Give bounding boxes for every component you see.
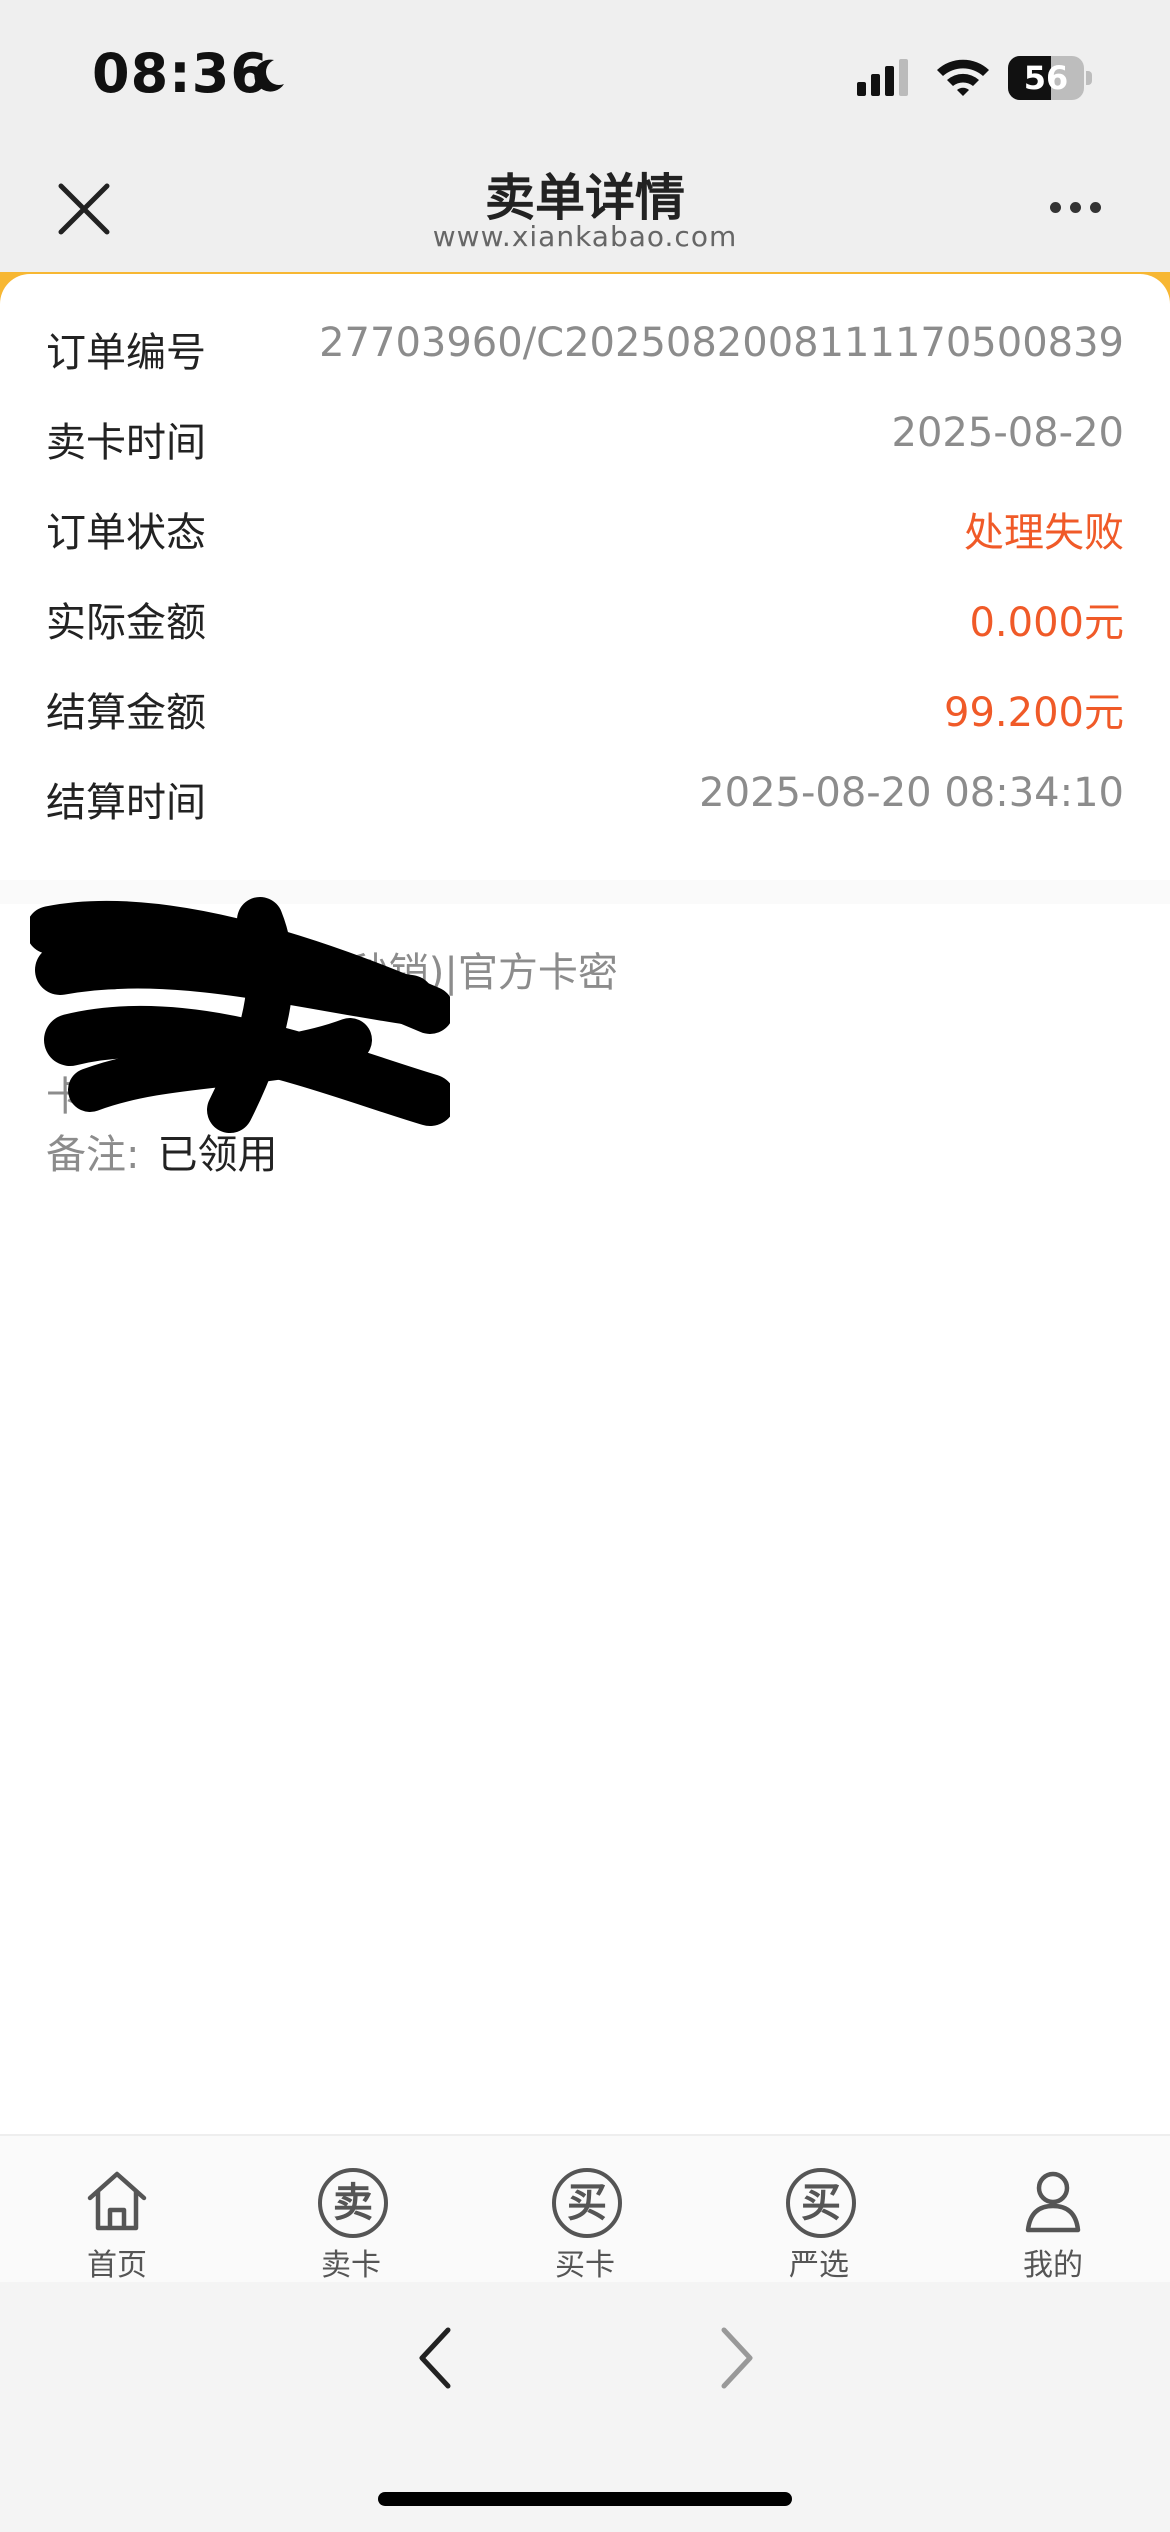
order-row-settle-amount: 结算金额 99.200元 — [46, 680, 1124, 740]
tab-home[interactable]: 首页 — [0, 2136, 234, 2284]
nav-bar: 卖单详情 www.xiankabao.com — [0, 140, 1170, 274]
tab-label: 买卡 — [555, 2248, 615, 2283]
status-time: 08:36 — [92, 42, 269, 105]
home-indicator[interactable] — [378, 2492, 792, 2506]
order-value: 2025-08-20 — [891, 410, 1124, 456]
wifi-icon — [937, 59, 989, 96]
order-row-actual-amount: 实际金额 0.000元 — [46, 590, 1124, 650]
tab-mine[interactable]: 我的 — [936, 2136, 1170, 2284]
order-label: 结算金额 — [46, 690, 206, 736]
chevron-left-icon[interactable] — [410, 2322, 460, 2394]
tab-selected[interactable]: 买 严选 — [702, 2136, 936, 2284]
tab-bar: 首页 卖 卖卡 买 买卡 买 严选 我的 — [0, 2134, 1170, 2284]
signal-icon — [857, 59, 908, 96]
order-value: 0.000元 — [969, 600, 1124, 646]
home-icon — [87, 2171, 147, 2231]
battery-icon: 56 — [1008, 56, 1092, 100]
order-value: 27703960/C2025082008111170500839 — [319, 320, 1124, 366]
tab-sell-card[interactable]: 卖 卖卡 — [234, 2136, 468, 2284]
buy-card-icon: 买 — [552, 2168, 622, 2238]
order-label: 订单编号 — [46, 330, 206, 376]
order-details-card: 订单编号 27703960/C2025082008111170500839 卖卡… — [0, 274, 1170, 874]
sell-card-icon: 卖 — [318, 2168, 388, 2238]
order-label: 卖卡时间 — [46, 420, 206, 466]
tab-label: 首页 — [87, 2248, 147, 2283]
order-value: 处理失败 — [964, 510, 1124, 556]
tab-label: 严选 — [789, 2248, 849, 2283]
tab-buy-card[interactable]: 买 买卡 — [468, 2136, 702, 2284]
order-row-number: 订单编号 27703960/C2025082008111170500839 — [46, 320, 1124, 380]
redaction-scribble — [30, 897, 450, 1133]
tab-label: 卖卡 — [321, 2248, 381, 2283]
order-row-settle-time: 结算时间 2025-08-20 08:34:10 — [46, 770, 1124, 830]
browser-toolbar — [0, 2282, 1170, 2532]
user-icon — [1025, 2171, 1081, 2233]
more-icon[interactable] — [1050, 198, 1120, 222]
order-row-status: 订单状态 处理失败 — [46, 500, 1124, 560]
page-subtitle: www.xiankabao.com — [432, 220, 738, 253]
status-bar: 08:36 56 — [0, 0, 1170, 140]
moon-icon — [254, 59, 284, 92]
order-label: 实际金额 — [46, 600, 206, 646]
chevron-right-icon[interactable] — [712, 2322, 762, 2394]
selected-icon: 买 — [786, 2168, 856, 2238]
order-value: 2025-08-20 08:34:10 — [699, 770, 1124, 816]
order-label: 结算时间 — [46, 780, 206, 826]
order-label: 订单状态 — [46, 510, 206, 556]
tab-label: 我的 — [1023, 2248, 1083, 2283]
battery-percent: 56 — [1023, 59, 1069, 97]
order-value: 99.200元 — [944, 690, 1124, 736]
order-row-sell-time: 卖卡时间 2025-08-20 — [46, 410, 1124, 470]
